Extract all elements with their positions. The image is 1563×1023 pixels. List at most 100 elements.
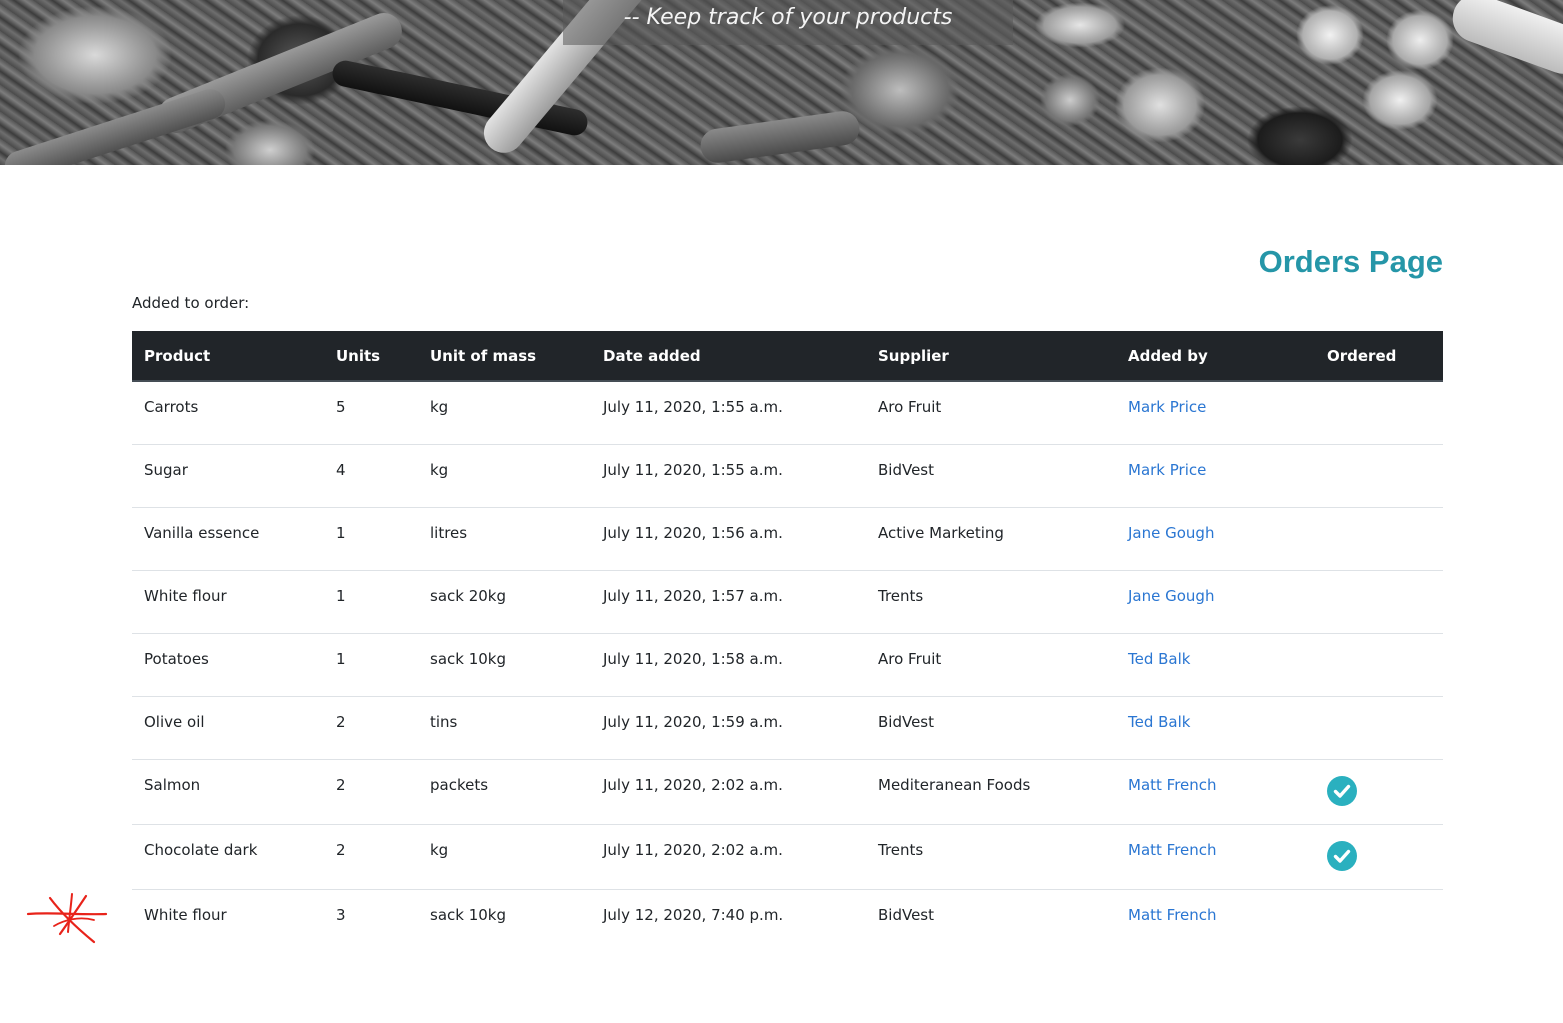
cell-product: Vanilla essence [132,506,324,570]
hero-banner: -- Keep track of your products [0,0,1563,165]
added-by-user-link[interactable]: Matt French [1128,776,1217,794]
column-header-ordered: Ordered [1315,331,1443,382]
table-row: Chocolate dark 2 kg July 11, 2020, 2:02 a.m… [132,823,1443,889]
page-title: Orders Page [1258,244,1443,279]
orders-table: Product Units Unit of mass Date added Su… [132,331,1443,952]
table-row: Sugar 4 kg July 11, 2020, 1:55 a.m. BidVest M… [132,443,1443,507]
cell-ordered [1315,823,1443,889]
cell-product: White flour [132,569,324,633]
column-header-date-added: Date added [591,331,866,382]
cell-product: Chocolate dark [132,823,324,889]
added-by-user-link[interactable]: Jane Gough [1128,587,1214,605]
cell-product: Olive oil [132,695,324,759]
table-row: Salmon 2 packets July 11, 2020, 2:02 a.m. Me… [132,758,1443,824]
cell-supplier: Aro Fruit [866,632,1116,696]
cell-product: Salmon [132,758,324,824]
cell-ordered [1315,695,1443,759]
cell-supplier: Aro Fruit [878,398,942,416]
cell-unit-of-mass: tins [418,695,591,759]
table-row: Carrots 5 kg July 11, 2020, 1:55 a.m. Aro Fr… [132,381,1443,444]
cell-date-added: July 11, 2020, 1:55 a.m. [591,443,866,507]
cell-supplier: BidVest [866,695,1116,759]
cell-units: 5 [336,398,346,416]
cell-units: 4 [324,443,418,507]
cell-date-added: July 11, 2020, 1:58 a.m. [591,632,866,696]
tagline: -- Keep track of your products [623,5,953,30]
cell-product: Sugar [132,443,324,507]
check-circle-icon [1327,840,1357,871]
cell-added-by: Matt French [1116,888,1315,952]
cell-unit-of-mass: kg [418,443,591,507]
cell-added-by: Ted Balk [1116,632,1315,696]
cell-added-by: Jane Gough [1116,569,1315,633]
cell-units: 2 [324,823,418,889]
cell-date-added: July 11, 2020, 1:56 a.m. [591,506,866,570]
table-body: Carrots 5 kg July 11, 2020, 1:55 a.m. Aro Fr… [132,381,1443,952]
cell-unit-of-mass: litres [418,506,591,570]
cell-units: 2 [324,695,418,759]
cell-unit-of-mass: kg [418,823,591,889]
cell-added-by: Mark Price [1116,443,1315,507]
cell-units: 1 [324,632,418,696]
cell-added-by: Mark Price [1116,381,1315,444]
cell-added-by: Ted Balk [1116,695,1315,759]
cell-unit-of-mass: packets [418,758,591,824]
table-row: White flour 1 sack 20kg July 11, 2020, 1:57… [132,569,1443,633]
cell-product: White flour [132,888,324,952]
cell-date-added: July 11, 2020, 2:02 a.m. [591,823,866,889]
added-by-user-link[interactable]: Matt French [1128,906,1217,924]
cell-unit-of-mass: sack 20kg [418,569,591,633]
added-by-user-link[interactable]: Ted Balk [1128,713,1190,731]
red-asterisk-scribble-icon [26,893,108,944]
cell-units: 1 [324,506,418,570]
column-header-supplier: Supplier [866,331,1116,382]
cell-date-added: July 11, 2020, 1:55 a.m. [603,398,783,416]
cell-product: Carrots [144,398,199,416]
cell-added-by: Matt French [1116,823,1315,889]
cell-product: Potatoes [132,632,324,696]
column-header-units: Units [324,331,418,382]
cell-supplier: Mediteranean Foods [866,758,1116,824]
column-header-unit-of-mass: Unit of mass [418,331,591,382]
banner-vegetable-shape [1446,0,1563,81]
cell-units: 2 [324,758,418,824]
column-header-product: Product [132,331,324,382]
cell-date-added: July 11, 2020, 1:57 a.m. [591,569,866,633]
cell-unit-of-mass: sack 10kg [418,632,591,696]
cell-date-added: July 12, 2020, 7:40 p.m. [591,888,866,952]
header-row: Product Units Unit of mass Date added Su… [132,331,1443,382]
added-by-user-link[interactable]: Ted Balk [1128,650,1190,668]
check-circle-icon [1327,775,1357,806]
added-by-user-link[interactable]: Mark Price [1128,398,1206,416]
cell-supplier: Trents [866,569,1116,633]
cell-supplier: Active Marketing [866,506,1116,570]
cell-ordered [1315,506,1443,570]
cell-date-added: July 11, 2020, 1:59 a.m. [591,695,866,759]
cell-ordered [1315,381,1443,444]
cell-unit-of-mass: sack 10kg [418,888,591,952]
table-row: White flour 3 sack 10kg July 12, 2020, 7:40… [132,888,1443,952]
cell-added-by: Jane Gough [1116,506,1315,570]
added-by-user-link[interactable]: Mark Price [1128,461,1206,479]
table-header: Product Units Unit of mass Date added Su… [132,331,1443,382]
table-row: Vanilla essence 1 litres July 11, 2020, 1:5… [132,506,1443,570]
cell-supplier: BidVest [866,443,1116,507]
cell-ordered [1315,632,1443,696]
added-by-user-link[interactable]: Jane Gough [1128,524,1214,542]
cell-date-added: July 11, 2020, 2:02 a.m. [591,758,866,824]
cell-unit-of-mass: kg [430,398,449,416]
banner-vegetable-shape [698,109,862,165]
added-by-user-link[interactable]: Matt French [1128,841,1217,859]
table-row: Potatoes 1 sack 10kg July 11, 2020, 1:58 a.… [132,632,1443,696]
cell-added-by: Matt French [1116,758,1315,824]
table-row: Olive oil 2 tins July 11, 2020, 1:59 a.m. Bi… [132,695,1443,759]
cell-supplier: BidVest [866,888,1116,952]
added-to-order-label: Added to order: [132,294,250,312]
cell-units: 3 [324,888,418,952]
cell-supplier: Trents [866,823,1116,889]
cell-ordered [1315,758,1443,824]
cell-ordered [1315,443,1443,507]
cell-ordered [1315,888,1443,952]
cell-units: 1 [324,569,418,633]
column-header-added-by: Added by [1116,331,1315,382]
